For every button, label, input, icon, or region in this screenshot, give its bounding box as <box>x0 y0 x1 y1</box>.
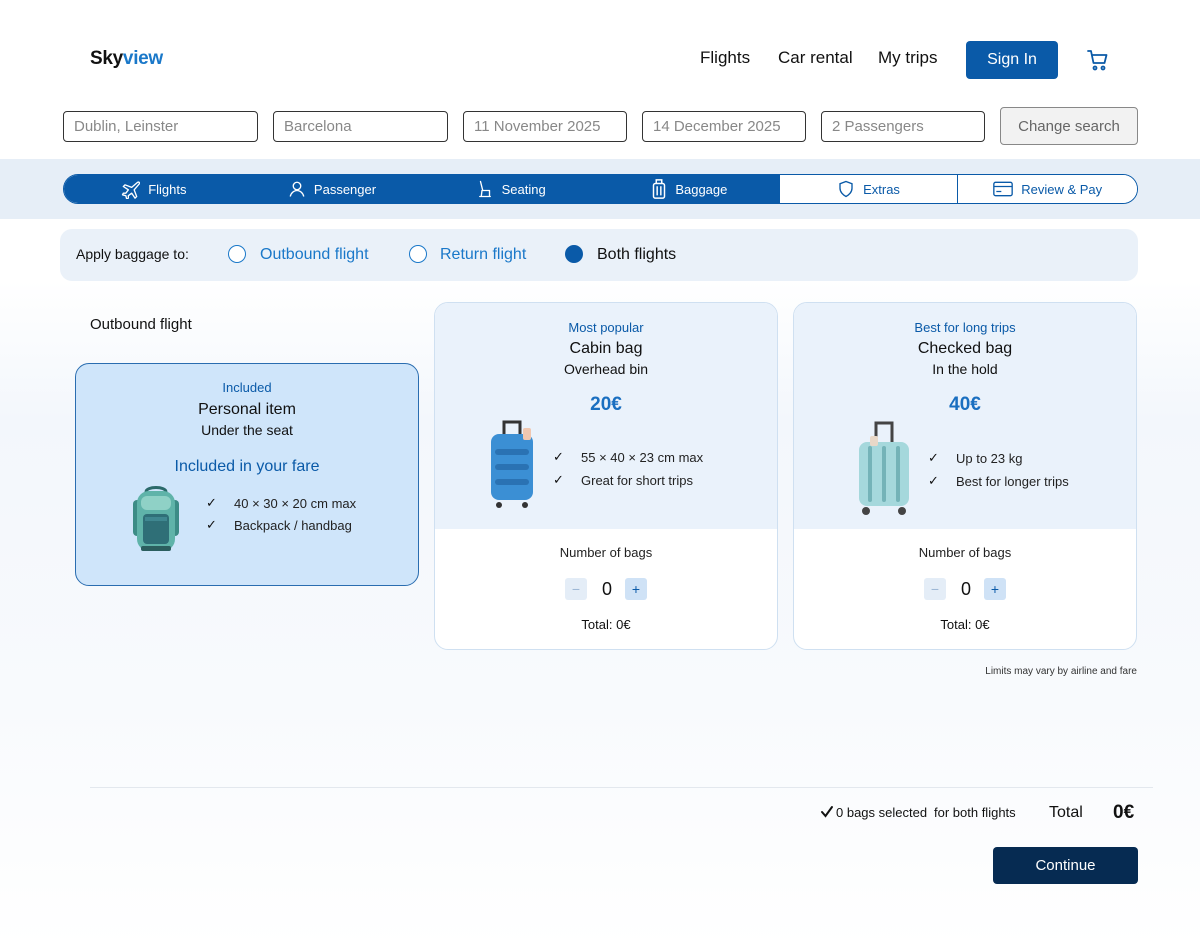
step-extras[interactable]: Extras <box>778 175 958 203</box>
total-label: Total <box>1049 804 1083 821</box>
card-title: Checked bag <box>917 340 1013 357</box>
radio-outbound[interactable] <box>228 245 246 263</box>
radio-return[interactable] <box>409 245 427 263</box>
feature-row: ✓ Best for longer trips <box>928 473 1069 489</box>
total-value: 0€ <box>1113 802 1135 823</box>
card-subtitle: Under the seat <box>201 422 293 438</box>
fare-note: Included in your fare <box>174 458 320 475</box>
cart-icon[interactable] <box>1086 48 1112 72</box>
divider <box>90 787 1153 788</box>
radio-outbound-label[interactable]: Outbound flight <box>260 246 369 264</box>
radio-both-label[interactable]: Both flights <box>597 246 676 264</box>
person-icon <box>289 181 305 197</box>
radio-return-label[interactable]: Return flight <box>440 246 526 264</box>
card-subtitle: In the hold <box>932 361 998 377</box>
plane-icon <box>122 181 141 199</box>
checked-bag-card: Best for long trips Checked bag In the h… <box>793 302 1137 650</box>
logo-text-view: view <box>122 48 163 69</box>
cabin-total: Total: 0€ <box>581 617 631 632</box>
logo-text-sky: Sky <box>90 48 123 69</box>
step-flights[interactable]: Flights <box>64 175 243 203</box>
cabin-qty: 0 <box>601 579 612 599</box>
step-label: Seating <box>501 181 546 197</box>
luggage-icon <box>653 179 666 199</box>
return-date-input[interactable]: 14 December 2025 <box>642 111 806 142</box>
feature-text: 55 × 40 × 23 cm max <box>581 449 704 465</box>
checked-qty: 0 <box>960 579 971 599</box>
shield-icon <box>839 180 853 198</box>
card-title: Cabin bag <box>569 340 643 357</box>
nav-my-trips[interactable]: My trips <box>878 48 938 68</box>
bags-scope-text: for both flights <box>934 805 1016 820</box>
check-icon: ✓ <box>206 517 217 532</box>
bag-count-label: Number of bags <box>918 545 1012 560</box>
personal-item-card: Included Personal item Under the seat In… <box>75 363 419 586</box>
section-title: Outbound flight <box>90 316 192 333</box>
card-tag: Most popular <box>568 320 644 335</box>
checked-suitcase-icon <box>859 421 909 515</box>
cabin-suitcase-icon <box>491 420 533 508</box>
depart-date-input[interactable]: 11 November 2025 <box>463 111 627 142</box>
feature-text: 40 × 30 × 20 cm max <box>234 495 357 511</box>
card-price: 20€ <box>590 394 622 415</box>
cabin-plus-button[interactable]: + <box>625 578 647 600</box>
check-icon: ✓ <box>928 450 939 465</box>
step-baggage[interactable]: Baggage <box>600 175 779 203</box>
booking-steps: Flights Passenger Seating Baggage Extras… <box>63 174 1138 204</box>
check-icon: ✓ <box>928 473 939 488</box>
feature-row: ✓ Backpack / handbag <box>206 517 352 533</box>
feature-row: ✓ 55 × 40 × 23 cm max <box>553 449 703 465</box>
feature-row: ✓ Up to 23 kg <box>928 450 1023 466</box>
step-label: Flights <box>148 181 187 197</box>
step-seating[interactable]: Seating <box>421 175 601 203</box>
step-label: Passenger <box>313 181 377 197</box>
nav-car-rental[interactable]: Car rental <box>778 48 853 68</box>
feature-row: ✓ 40 × 30 × 20 cm max <box>206 495 356 511</box>
sign-in-button[interactable]: Sign In <box>966 41 1058 79</box>
step-label: Review & Pay <box>1021 181 1103 197</box>
summary-check-icon <box>820 805 834 822</box>
check-icon: ✓ <box>206 495 217 510</box>
card-tag: Best for long trips <box>914 320 1016 335</box>
backpack-icon <box>133 486 179 551</box>
bags-selected-text: 0 bags selected <box>836 805 928 820</box>
bag-count-label: Number of bags <box>559 545 653 560</box>
check-icon: ✓ <box>553 472 564 487</box>
nav-flights[interactable]: Flights <box>700 48 750 68</box>
card-tag: Included <box>222 380 272 395</box>
logo[interactable]: Skyview <box>90 48 163 70</box>
step-review-pay[interactable]: Review & Pay <box>957 175 1137 203</box>
radio-both[interactable] <box>565 245 583 263</box>
checked-total: Total: 0€ <box>940 617 990 632</box>
step-passenger[interactable]: Passenger <box>242 175 422 203</box>
feature-text: Great for short trips <box>581 472 693 488</box>
continue-button[interactable]: Continue <box>993 847 1138 884</box>
origin-input[interactable]: Dublin, Leinster <box>63 111 258 142</box>
limits-note: Limits may vary by airline and fare <box>985 666 1137 677</box>
feature-text: Best for longer trips <box>956 473 1069 489</box>
step-label: Extras <box>863 181 900 197</box>
check-icon: ✓ <box>553 449 564 464</box>
cabin-minus-button[interactable]: − <box>565 578 587 600</box>
step-label: Baggage <box>675 181 728 197</box>
checked-minus-button[interactable]: − <box>924 578 946 600</box>
apply-baggage-label: Apply baggage to: <box>76 246 189 262</box>
change-search-button[interactable]: Change search <box>1000 107 1138 145</box>
checked-plus-button[interactable]: + <box>984 578 1006 600</box>
destination-input[interactable]: Barcelona <box>273 111 448 142</box>
card-icon <box>993 181 1014 197</box>
feature-text: Up to 23 kg <box>956 450 1023 466</box>
feature-row: ✓ Great for short trips <box>553 472 693 488</box>
passengers-input[interactable]: 2 Passengers <box>821 111 985 142</box>
card-subtitle: Overhead bin <box>563 361 649 377</box>
feature-text: Backpack / handbag <box>234 517 352 533</box>
cabin-bag-card: Most popular Cabin bag Overhead bin 20€ … <box>434 302 778 650</box>
card-title: Personal item <box>198 401 296 418</box>
seat-icon <box>478 180 491 198</box>
card-price: 40€ <box>949 394 981 415</box>
